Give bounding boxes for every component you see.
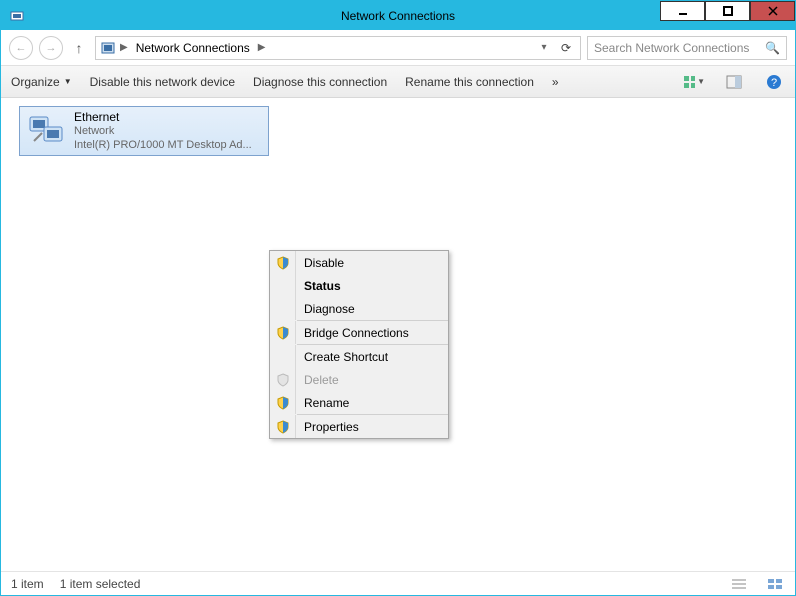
- toolbar: Organize ▼ Disable this network device D…: [1, 66, 795, 98]
- context-menu-create-shortcut[interactable]: Create Shortcut: [270, 345, 448, 368]
- window-title: Network Connections: [341, 9, 455, 23]
- disable-device-button[interactable]: Disable this network device: [90, 75, 235, 89]
- search-placeholder: Search Network Connections: [594, 41, 749, 55]
- titlebar: Network Connections: [1, 1, 795, 30]
- details-view-button[interactable]: [729, 576, 749, 592]
- organize-label: Organize: [11, 75, 60, 89]
- window-controls: [660, 1, 795, 21]
- context-menu-status[interactable]: Status: [270, 274, 448, 297]
- shield-icon: [276, 256, 290, 270]
- diagnose-connection-button[interactable]: Diagnose this connection: [253, 75, 387, 89]
- connection-name: Ethernet: [74, 110, 252, 125]
- context-menu-rename[interactable]: Rename: [270, 391, 448, 414]
- forward-button[interactable]: →: [39, 36, 63, 60]
- context-menu: Disable Status Diagnose Bridge Connectio…: [269, 250, 449, 439]
- context-menu-properties[interactable]: Properties: [270, 415, 448, 438]
- search-icon[interactable]: 🔍: [765, 41, 780, 55]
- organize-menu[interactable]: Organize ▼: [11, 75, 72, 89]
- shield-icon: [276, 420, 290, 434]
- view-options-button[interactable]: ▼: [683, 71, 705, 93]
- content-area: Ethernet Network Intel(R) PRO/1000 MT De…: [1, 98, 795, 571]
- app-icon: [9, 8, 25, 24]
- context-menu-label: Bridge Connections: [296, 326, 409, 340]
- control-panel-icon: [100, 40, 116, 56]
- status-bar: 1 item 1 item selected: [1, 571, 795, 595]
- context-menu-delete: Delete: [270, 368, 448, 391]
- breadcrumb-item[interactable]: Network Connections: [132, 39, 254, 57]
- context-menu-disable[interactable]: Disable: [270, 251, 448, 274]
- context-menu-label: Create Shortcut: [296, 350, 388, 364]
- svg-text:?: ?: [771, 77, 777, 89]
- up-button[interactable]: ↑: [69, 38, 89, 58]
- large-icons-view-button[interactable]: [765, 576, 785, 592]
- breadcrumb-separator-icon: ▶: [120, 42, 128, 53]
- breadcrumb[interactable]: ▶ Network Connections ▶ ▾ ⟳: [95, 36, 581, 60]
- close-button[interactable]: [750, 1, 795, 21]
- address-bar: ← → ↑ ▶ Network Connections ▶ ▾ ⟳ Search…: [1, 30, 795, 66]
- shield-icon: [276, 326, 290, 340]
- context-menu-label: Diagnose: [296, 302, 355, 316]
- context-menu-label: Delete: [296, 373, 339, 387]
- connection-status: Network: [74, 125, 252, 139]
- rename-connection-button[interactable]: Rename this connection: [405, 75, 534, 89]
- help-button[interactable]: ?: [763, 71, 785, 93]
- context-menu-label: Properties: [296, 420, 359, 434]
- search-input[interactable]: Search Network Connections 🔍: [587, 36, 787, 60]
- maximize-button[interactable]: [705, 1, 750, 21]
- context-menu-label: Disable: [296, 256, 344, 270]
- status-item-count: 1 item: [11, 577, 44, 591]
- context-menu-label: Rename: [296, 396, 349, 410]
- preview-pane-button[interactable]: [723, 71, 745, 93]
- context-menu-bridge[interactable]: Bridge Connections: [270, 321, 448, 344]
- window-frame: Network Connections ← → ↑ ▶ Network Conn…: [0, 0, 796, 596]
- shield-icon: [276, 396, 290, 410]
- network-adapter-icon: [26, 111, 66, 151]
- connection-item-text: Ethernet Network Intel(R) PRO/1000 MT De…: [74, 110, 252, 153]
- chevron-down-icon: ▼: [697, 77, 705, 86]
- refresh-button[interactable]: ⟳: [556, 41, 576, 55]
- toolbar-overflow-button[interactable]: »: [552, 75, 559, 89]
- breadcrumb-separator-icon[interactable]: ▶: [258, 42, 266, 53]
- chevron-down-icon: ▼: [64, 77, 72, 86]
- minimize-button[interactable]: [660, 1, 705, 21]
- status-selected-count: 1 item selected: [60, 577, 141, 591]
- shield-icon: [276, 373, 290, 387]
- connection-item-ethernet[interactable]: Ethernet Network Intel(R) PRO/1000 MT De…: [19, 106, 269, 156]
- breadcrumb-dropdown-icon[interactable]: ▾: [536, 42, 552, 53]
- context-menu-diagnose[interactable]: Diagnose: [270, 297, 448, 320]
- back-button[interactable]: ←: [9, 36, 33, 60]
- connection-device: Intel(R) PRO/1000 MT Desktop Ad...: [74, 139, 252, 153]
- context-menu-label: Status: [296, 279, 341, 293]
